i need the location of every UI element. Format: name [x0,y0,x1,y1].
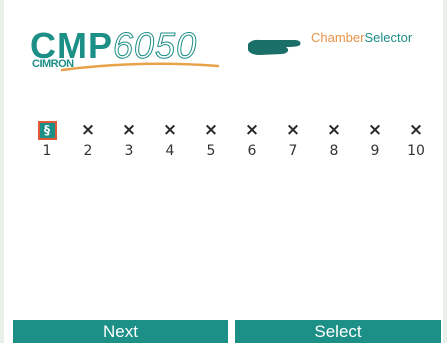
unavailable-icon: × [408,120,424,140]
next-button[interactable]: Next [13,320,228,343]
chamber-item-2[interactable]: × 2 [71,120,105,168]
chamber-number: 10 [407,143,425,159]
chamber-selector-screen: CMP6050 CIMRON ChamberSelector § 1 × 2 ×… [0,0,447,343]
chamber-item-1[interactable]: § 1 [30,120,64,168]
frame-left-border [0,0,4,343]
unavailable-icon: × [162,120,178,140]
unavailable-icon: × [121,120,137,140]
chamber-number: 4 [165,143,175,159]
softkey-bar: Next Select [0,320,447,343]
chamber-item-4[interactable]: × 4 [153,120,187,168]
chamber-number: 9 [370,143,380,159]
unavailable-icon: × [203,120,219,140]
screen-title: ChamberSelector [311,30,412,45]
unavailable-icon: × [80,120,96,140]
chamber-number: 6 [247,143,257,159]
chamber-item-7[interactable]: × 7 [276,120,310,168]
chamber-item-10[interactable]: × 10 [399,120,433,168]
title-chamber: Chamber [311,30,365,45]
chamber-item-9[interactable]: × 9 [358,120,392,168]
unavailable-icon: × [367,120,383,140]
frame-right-border [443,0,447,343]
unavailable-icon: × [326,120,342,140]
unavailable-icon: × [285,120,301,140]
select-button[interactable]: Select [235,320,441,343]
chamber-item-3[interactable]: × 3 [112,120,146,168]
chamber-item-8[interactable]: × 8 [317,120,351,168]
chamber-item-6[interactable]: × 6 [235,120,269,168]
chamber-number: 7 [288,143,298,159]
chamber-number: 3 [124,143,134,159]
chamber-list: § 1 × 2 × 3 × 4 × 5 × 6 × 7 × 8 × 9 × 10 [30,120,440,170]
chamber-item-5[interactable]: × 5 [194,120,228,168]
logo-swoosh-icon [60,62,220,72]
chamber-number: 1 [42,143,52,159]
pointing-hand-icon [248,39,301,55]
unavailable-icon: × [244,120,260,140]
chamber-number: 2 [83,143,93,159]
chamber-number: 5 [206,143,216,159]
title-selector: Selector [364,30,413,45]
chamber-number: 8 [329,143,339,159]
selected-chamber-icon: § [37,120,57,140]
